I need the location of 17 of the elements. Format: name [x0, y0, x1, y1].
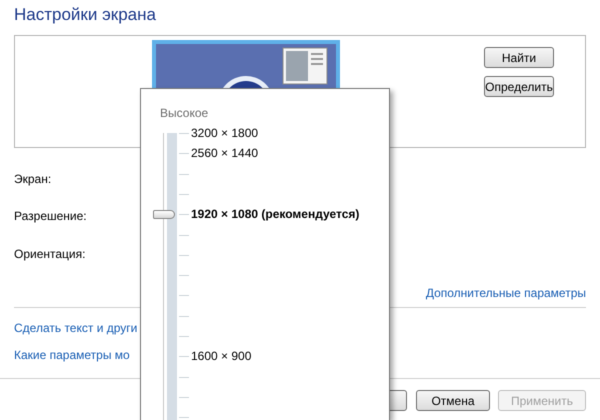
field-label: Разрешение: [14, 208, 87, 225]
help-link[interactable]: Сделать текст и други [14, 319, 138, 337]
help-link[interactable]: Какие параметры мо [14, 346, 130, 364]
identify-button[interactable]: Определить [484, 76, 554, 97]
cancel-button[interactable]: Отмена [416, 390, 490, 411]
resolution-option[interactable]: 2560 × 1440 [191, 147, 258, 160]
resolution-option[interactable]: 3200 × 1800 [191, 127, 258, 139]
window-title: Настройки экрана [14, 4, 156, 26]
resolution-slider[interactable] [153, 133, 177, 420]
field-label: Ориентация: [14, 246, 86, 263]
slider-thumb[interactable] [153, 210, 175, 220]
resolution-option[interactable]: 1920 × 1080 (рекомендуется) [191, 208, 360, 220]
resolution-option[interactable]: 1600 × 900 [191, 350, 252, 362]
slider-heading: Высокое [160, 105, 208, 122]
detect-button[interactable]: Найти [484, 47, 554, 68]
field-label: Экран: [14, 171, 52, 188]
advanced-settings-link[interactable]: Дополнительные параметры [426, 284, 586, 302]
